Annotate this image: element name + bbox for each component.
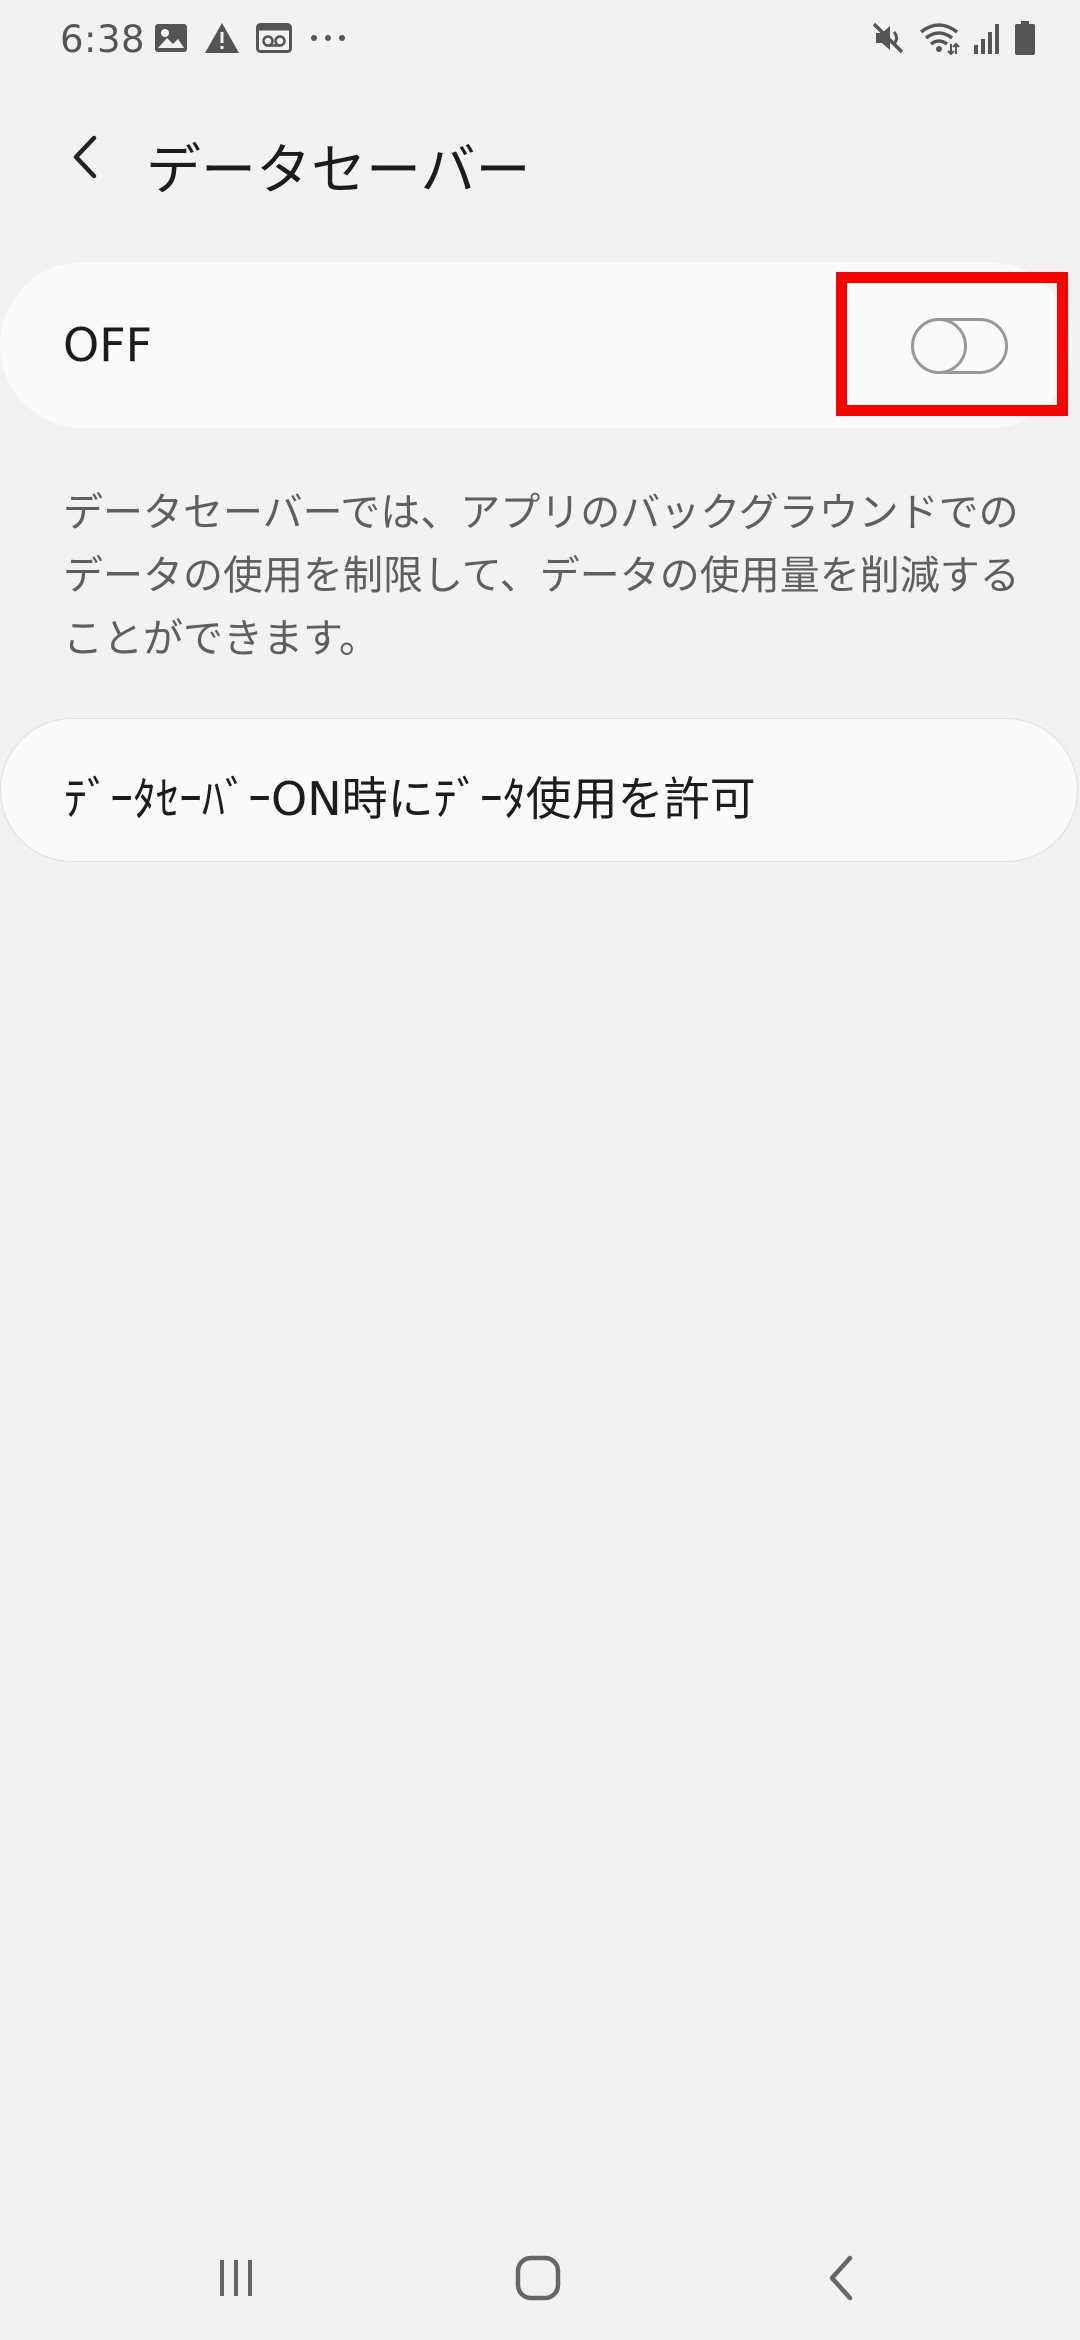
more-dots-icon xyxy=(308,23,348,57)
unrestricted-data-row[interactable]: ﾃﾞｰﾀｾｰﾊﾞｰON時にﾃﾞｰﾀ使用を許可 xyxy=(0,718,1078,862)
image-icon xyxy=(154,23,188,57)
recents-icon xyxy=(214,2256,258,2304)
toggle-knob xyxy=(911,318,967,374)
voicemail-icon xyxy=(256,23,292,57)
nav-back-button[interactable] xyxy=(802,2240,882,2320)
status-time: 6:38 xyxy=(60,18,146,61)
back-icon xyxy=(822,2253,862,2307)
unrestricted-data-label: ﾃﾞｰﾀｾｰﾊﾞｰON時にﾃﾞｰﾀ使用を許可 xyxy=(64,772,756,826)
status-left-icons xyxy=(154,22,348,58)
page-title: データセーバー xyxy=(146,138,531,202)
battery-icon xyxy=(1014,20,1036,60)
app-header: データセーバー xyxy=(0,115,1080,203)
status-right-icons xyxy=(870,20,1036,60)
navigation-bar xyxy=(0,2220,1080,2340)
home-button[interactable] xyxy=(498,2240,578,2320)
mute-icon xyxy=(870,20,906,60)
back-button[interactable] xyxy=(54,127,114,191)
master-switch-label: OFF xyxy=(63,318,153,372)
wifi-icon xyxy=(918,20,960,60)
data-saver-toggle[interactable] xyxy=(911,318,1008,374)
description-text: データセーバーでは、アプリのバックグラウンドでのデータの使用を制限して、データの… xyxy=(63,490,1020,662)
signal-icon xyxy=(972,21,1002,59)
recents-button[interactable] xyxy=(196,2240,276,2320)
warning-icon xyxy=(204,22,240,58)
chevron-left-icon xyxy=(64,132,104,186)
status-bar: 6:38 xyxy=(0,0,1080,84)
home-icon xyxy=(513,2253,563,2307)
